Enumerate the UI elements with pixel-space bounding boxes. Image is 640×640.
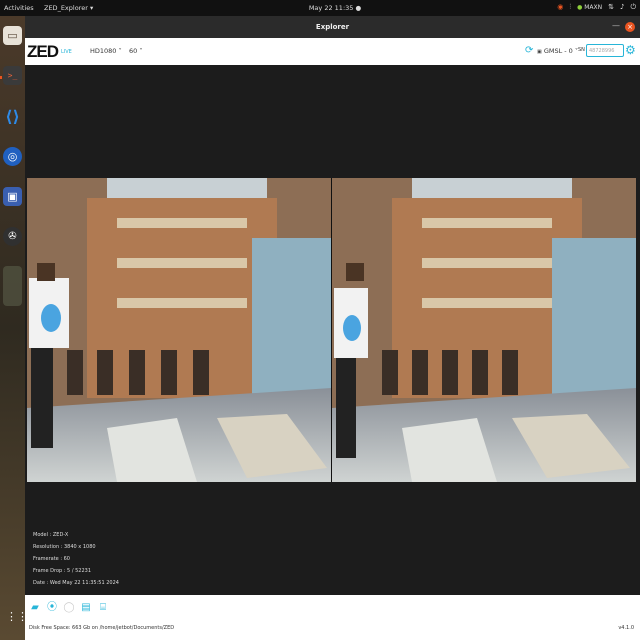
volume-icon[interactable]: ♪ xyxy=(620,3,624,12)
files-icon[interactable]: ▭ xyxy=(3,26,22,45)
toolbar: ZED LIVE HD1080 ˅ 60 ˅ ⟳ ▣ GMSL - 0 ˅ SN… xyxy=(25,38,640,65)
power-mode-indicator[interactable]: ● MAXN xyxy=(577,4,602,11)
info-model: Model : ZED-X xyxy=(33,532,69,538)
resolution-value: HD1080 xyxy=(90,47,117,55)
resolution-select[interactable]: HD1080 ˅ xyxy=(90,47,122,55)
info-date: Date : Wed May 22 11:35:51 2024 xyxy=(33,580,119,586)
screenshot-app-icon[interactable]: ▣ xyxy=(3,187,22,206)
window-titlebar[interactable]: Explorer — × xyxy=(25,16,640,38)
power-icon[interactable]: ⏻ xyxy=(630,3,636,12)
app-menu[interactable]: ZED_Explorer ▾ xyxy=(44,4,93,12)
app-thumbnail-icon[interactable] xyxy=(3,266,22,306)
system-top-bar: Activities ZED_Explorer ▾ May 22 11:35 ●… xyxy=(0,0,640,16)
camera-value: GMSL - 0 xyxy=(543,47,573,55)
camera-select[interactable]: ▣ GMSL - 0 ˅ xyxy=(537,47,578,55)
terminal-icon[interactable]: >_ xyxy=(3,66,22,85)
serial-number-field[interactable]: 48728996 xyxy=(586,44,624,57)
vscode-icon[interactable]: ⟨⟩ xyxy=(3,107,22,126)
camera-info-overlay: Model : ZED-X Resolution : 3840 x 1080 F… xyxy=(33,529,119,589)
activities-button[interactable]: Activities xyxy=(4,4,34,12)
version-label: v4.1.0 xyxy=(618,625,634,631)
obs-icon[interactable]: ✇ xyxy=(3,227,22,246)
refresh-icon[interactable]: ⟳ xyxy=(525,45,533,56)
clock-text: May 22 11:35 xyxy=(308,4,354,12)
power-mode-label: MAXN xyxy=(584,4,603,11)
chromium-icon[interactable]: ◎ xyxy=(3,147,22,166)
chevron-down-icon: ˅ xyxy=(118,47,122,55)
zed-explorer-window: Explorer — × ZED LIVE HD1080 ˅ 60 ˅ ⟳ ▣ … xyxy=(25,16,640,640)
camera-link-icon: ▣ xyxy=(537,49,542,55)
running-indicator xyxy=(0,76,2,79)
dock: ▭ >_ ⟨⟩ ◎ ▣ ✇ ⋮⋮ xyxy=(0,16,28,640)
video-viewer[interactable]: Model : ZED-X Resolution : 3840 x 1080 F… xyxy=(25,65,640,595)
left-camera-image xyxy=(27,178,331,482)
svo-icon[interactable]: ▤ xyxy=(80,602,92,614)
zed-logo: ZED xyxy=(27,42,59,61)
chevron-down-icon: ˅ xyxy=(139,47,143,55)
snapshot-icon[interactable]: ⌸ xyxy=(97,602,109,614)
close-icon[interactable]: × xyxy=(625,22,635,32)
info-framerate: Framerate : 60 xyxy=(33,556,70,562)
app-menu-label: ZED_Explorer xyxy=(44,4,88,12)
record-icon[interactable]: ◯ xyxy=(63,602,75,614)
live-badge: LIVE xyxy=(61,49,72,55)
info-resolution: Resolution : 3840 x 1080 xyxy=(33,544,96,550)
system-tray: ◉ ⫶ ● MAXN ⇅ ♪ ⏻ xyxy=(557,3,636,12)
gear-icon[interactable]: ⚙ xyxy=(625,43,636,57)
sn-label: SN xyxy=(578,47,585,53)
disk-free-space: Disk Free Space: 663 Gb on /home/jetbot/… xyxy=(29,625,175,631)
folder-icon[interactable]: ▰ xyxy=(29,602,41,614)
broadcast-icon[interactable]: ⦿ xyxy=(46,602,58,614)
stereo-feed xyxy=(27,178,636,482)
minimize-icon[interactable]: — xyxy=(612,21,620,30)
fps-select[interactable]: 60 ˅ xyxy=(129,47,143,55)
fps-value: 60 xyxy=(129,47,138,55)
desktop: Activities ZED_Explorer ▾ May 22 11:35 ●… xyxy=(0,0,640,640)
bottom-actions: ▰ ⦿ ◯ ▤ ⌸ xyxy=(29,602,109,614)
right-camera-image xyxy=(332,178,636,482)
obs-tray-icon[interactable]: ◉ xyxy=(557,3,563,12)
info-frame-drop: Frame Drop : 5 / 52231 xyxy=(33,568,92,574)
nvidia-tray-icon[interactable]: ⫶ xyxy=(569,3,571,12)
bottom-bar: ▰ ⦿ ◯ ▤ ⌸ Disk Free Space: 663 Gb on /ho… xyxy=(25,595,640,640)
network-icon[interactable]: ⇅ xyxy=(608,3,614,12)
window-title: Explorer xyxy=(315,23,350,31)
clock[interactable]: May 22 11:35 ● xyxy=(300,4,370,12)
